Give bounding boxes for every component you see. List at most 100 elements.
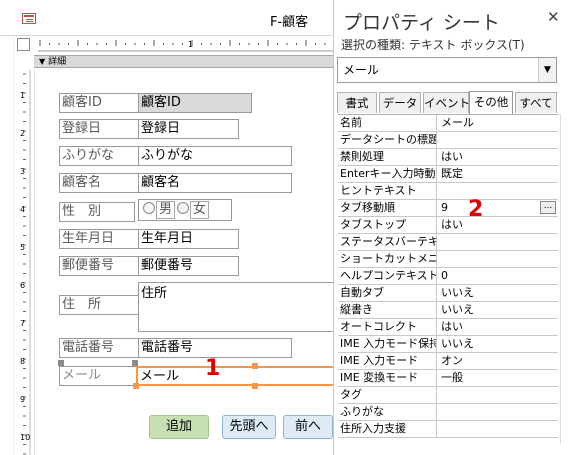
add-button[interactable]: 追加 [149, 415, 209, 439]
textbox-customer-name[interactable]: 顧客名 [138, 173, 292, 193]
scrollbar[interactable] [560, 114, 570, 444]
textbox-customer-id[interactable]: 顧客ID [138, 93, 252, 113]
tab-event[interactable]: イベント [423, 92, 469, 113]
property-value[interactable] [438, 183, 558, 199]
property-name: IME 変換モード [338, 370, 437, 386]
textbox-birthday[interactable]: 生年月日 [138, 229, 239, 249]
property-value[interactable]: いいえ [438, 302, 558, 318]
label-birthday[interactable]: 生年月日 [59, 229, 139, 249]
first-record-button[interactable]: 先頭へ [222, 415, 276, 439]
property-value[interactable] [438, 421, 558, 437]
label-mail[interactable]: メール [59, 366, 137, 386]
textbox-address[interactable]: 住所 [138, 282, 333, 332]
property-value[interactable]: 既定 [438, 166, 558, 182]
property-row[interactable]: 縦書き いいえ [338, 302, 558, 319]
document-tab[interactable]: F-顧客 [0, 0, 333, 36]
property-row[interactable]: オートコレクト はい [338, 319, 558, 336]
property-value[interactable] [438, 404, 558, 420]
property-row[interactable]: IME 入力モード オン [338, 353, 558, 370]
property-row[interactable]: Enterキー入力時動作 既定 [338, 166, 558, 183]
property-row[interactable]: タグ [338, 387, 558, 404]
move-handle-label[interactable] [58, 360, 64, 366]
property-name: データシートの標題 [340, 132, 437, 148]
label-furigana[interactable]: ふりがな [59, 146, 139, 166]
property-row[interactable]: タブ移動順 9... [338, 200, 558, 217]
property-value[interactable]: はい [438, 217, 558, 233]
property-value[interactable]: 0 [438, 268, 558, 284]
property-name: ショートカットメニュー [338, 251, 437, 267]
property-row[interactable]: ふりがな [338, 404, 558, 421]
property-value[interactable] [438, 387, 558, 403]
property-sheet: プロパティ シート ✕ 選択の種類: テキスト ボックス(T) メール ▼ 書式… [335, 0, 572, 455]
property-value[interactable]: 一般 [438, 370, 558, 386]
label-postal[interactable]: 郵便番号 [59, 256, 139, 276]
radio-female[interactable] [177, 202, 190, 214]
resize-handle-bottom-left[interactable] [133, 383, 139, 389]
property-name: 縦書き [338, 302, 437, 318]
label-registered[interactable]: 登録日 [59, 119, 139, 139]
property-sheet-title: プロパティ シート [343, 12, 500, 34]
property-value[interactable] [438, 132, 558, 148]
tab-format[interactable]: 書式 [337, 92, 377, 113]
textbox-furigana[interactable]: ふりがな [138, 146, 292, 166]
property-row[interactable]: 住所入力支援 [338, 421, 558, 438]
section-header-detail[interactable]: ▼ 詳細 [34, 55, 333, 68]
property-value[interactable]: いいえ [438, 336, 558, 352]
label-phone[interactable]: 電話番号 [59, 338, 139, 358]
property-value[interactable]: いいえ [438, 285, 558, 301]
resize-handle-top-mid[interactable] [252, 363, 258, 369]
tab-other[interactable]: その他 [469, 91, 513, 114]
textbox-phone[interactable]: 電話番号 [138, 338, 292, 358]
option-label-male: 男 [156, 201, 176, 219]
label-address[interactable]: 住 所 [59, 295, 139, 315]
property-row[interactable]: タブストップ はい [338, 217, 558, 234]
property-row[interactable]: IME 変換モード 一般 [338, 370, 558, 387]
option-group-gender[interactable]: 男女 [138, 199, 232, 221]
property-value[interactable] [438, 251, 558, 267]
property-row[interactable]: 自動タブ いいえ [338, 285, 558, 302]
property-name: IME 入力モード保持 [340, 336, 437, 352]
property-row[interactable]: 禁則処理 はい [338, 149, 558, 166]
property-name: ステータスバーテキスト [338, 234, 437, 250]
radio-male[interactable] [143, 202, 155, 214]
chevron-down-icon[interactable]: ▼ [538, 58, 556, 82]
close-icon[interactable]: ✕ [547, 8, 560, 26]
control-selector-combo[interactable]: メール ▼ [337, 57, 557, 83]
property-row[interactable]: ショートカットメニュー [338, 251, 558, 268]
property-row[interactable]: ステータスバーテキスト [338, 234, 558, 251]
label-customer-name[interactable]: 顧客名 [59, 173, 139, 193]
property-name: 禁則処理 [338, 149, 437, 165]
previous-record-button[interactable]: 前へ [283, 415, 333, 439]
property-name: ヒントテキスト [338, 183, 437, 199]
ruler-number: 5 [20, 243, 25, 252]
property-value[interactable]: メール [438, 115, 558, 131]
annotation-number-1: 1 [205, 356, 221, 381]
detail-section[interactable]: 顧客ID 顧客ID 登録日 登録日 ふりがな ふりがな 顧客名 顧客名 性 別 … [34, 70, 333, 455]
property-value[interactable]: はい [438, 149, 558, 165]
horizontal-ruler: 1 [38, 37, 333, 52]
textbox-mail-selected[interactable]: メール [136, 366, 333, 386]
form-tab-title[interactable]: F-顧客 [270, 11, 308, 30]
textbox-registered[interactable]: 登録日 [138, 119, 239, 139]
tab-all[interactable]: すべて [515, 92, 557, 113]
property-value[interactable]: オン [438, 353, 558, 369]
property-value[interactable]: はい [438, 319, 558, 335]
property-row[interactable]: ヘルプコンテキストID0 [338, 268, 558, 285]
property-row[interactable]: データシートの標題 [338, 132, 558, 149]
property-name: ふりがな [338, 404, 437, 420]
property-row[interactable]: ヒントテキスト [338, 183, 558, 200]
property-value[interactable] [438, 234, 558, 250]
form-selector[interactable] [17, 38, 30, 51]
label-gender[interactable]: 性 別 [59, 202, 135, 222]
tab-data[interactable]: データ [379, 92, 421, 113]
property-grid: 名前 メール データシートの標題 禁則処理 はい Enterキー入力時動作 既定 ヒントテキス… [338, 114, 558, 438]
property-row[interactable]: 名前 メール [338, 115, 558, 132]
label-customer-id[interactable]: 顧客ID [59, 93, 139, 113]
property-name: タブストップ [338, 217, 437, 233]
property-row[interactable]: IME 入力モード保持 いいえ [338, 336, 558, 353]
ellipsis-button[interactable]: ... [540, 201, 556, 214]
ruler-number: 2 [20, 129, 25, 138]
resize-handle-bottom-mid[interactable] [252, 383, 258, 389]
textbox-postal[interactable]: 郵便番号 [138, 256, 239, 276]
ruler-number: 4 [20, 205, 25, 214]
